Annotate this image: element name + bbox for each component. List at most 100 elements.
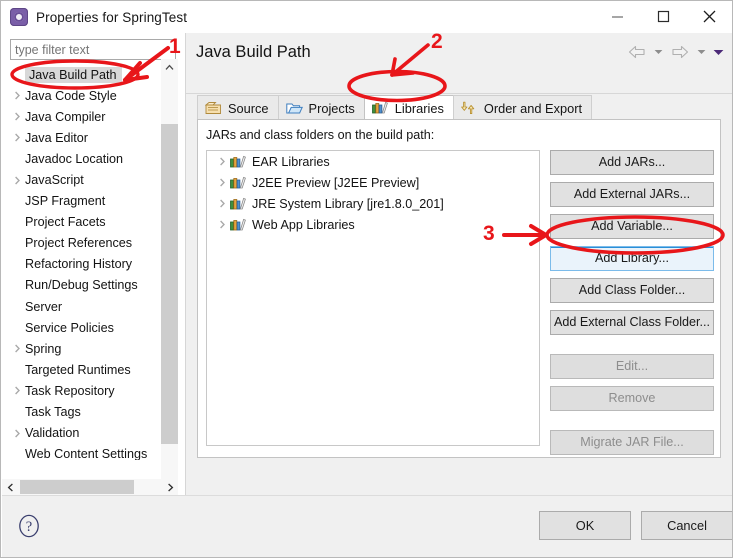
annotation-number-1: 1 bbox=[169, 35, 181, 58]
expand-chevron-right-icon[interactable] bbox=[10, 112, 25, 121]
library-list-item[interactable]: EAR Libraries bbox=[207, 151, 539, 172]
sidebar-item-label: Targeted Runtimes bbox=[25, 362, 131, 377]
expand-chevron-right-icon[interactable] bbox=[214, 197, 230, 211]
scroll-right-icon[interactable] bbox=[162, 479, 178, 495]
library-list-item-label: JRE System Library [jre1.8.0_201] bbox=[252, 196, 444, 211]
scrollbar-thumb-horizontal[interactable] bbox=[20, 480, 134, 494]
page-nav-bar bbox=[625, 41, 726, 63]
sidebar-item-java-compiler[interactable]: Java Compiler bbox=[8, 106, 173, 127]
expand-chevron-right-icon[interactable] bbox=[10, 133, 25, 142]
libraries-list[interactable]: EAR Libraries J2EE Preview [J2EE Preview]… bbox=[206, 150, 540, 446]
sidebar-item-label: Javadoc Location bbox=[25, 151, 124, 166]
expand-chevron-right-icon[interactable] bbox=[10, 386, 25, 395]
library-list-item[interactable]: J2EE Preview [J2EE Preview] bbox=[207, 172, 539, 193]
library-list-item-label: J2EE Preview [J2EE Preview] bbox=[252, 175, 420, 190]
forward-history-chevron-down-icon[interactable] bbox=[694, 41, 709, 63]
window-title: Properties for SpringTest bbox=[36, 9, 188, 25]
expand-chevron-right-icon[interactable] bbox=[214, 176, 230, 190]
sidebar-item-javascript[interactable]: JavaScript bbox=[8, 169, 173, 190]
sidebar-vertical-scrollbar[interactable] bbox=[161, 59, 178, 491]
sidebar-item-label: Service Policies bbox=[25, 320, 114, 335]
libraries-tab-panel: JARs and class folders on the build path… bbox=[197, 120, 721, 458]
sidebar-item-label: Refactoring History bbox=[25, 257, 133, 272]
sidebar-item-label: Task Tags bbox=[25, 405, 81, 420]
scroll-up-icon[interactable] bbox=[161, 59, 178, 76]
sidebar-item-spring[interactable]: Spring bbox=[8, 338, 173, 359]
sidebar-item-java-editor[interactable]: Java Editor bbox=[8, 127, 173, 148]
help-question-icon[interactable]: ? bbox=[16, 513, 42, 539]
library-actions-column: Add JARs... Add External JARs... Add Varia… bbox=[550, 150, 714, 462]
sidebar-item-project-references[interactable]: Project References bbox=[8, 233, 173, 254]
library-list-item[interactable]: JRE System Library [jre1.8.0_201] bbox=[207, 193, 539, 214]
library-list-item-label: Web App Libraries bbox=[252, 217, 355, 232]
projects-folder-icon bbox=[285, 101, 303, 116]
order-export-icon bbox=[461, 101, 478, 116]
filter-field-wrapper bbox=[10, 39, 176, 60]
sidebar-item-task-tags[interactable]: Task Tags bbox=[8, 402, 173, 423]
sidebar-item-project-facets[interactable]: Project Facets bbox=[8, 212, 173, 233]
ok-button[interactable]: OK bbox=[539, 511, 631, 540]
dialog-footer: ? OK Cancel bbox=[2, 495, 732, 557]
sidebar-item-label: Run/Debug Settings bbox=[25, 278, 138, 293]
tab-label: Libraries bbox=[394, 100, 444, 116]
expand-chevron-right-icon[interactable] bbox=[10, 429, 25, 438]
sidebar-item-validation[interactable]: Validation bbox=[8, 423, 173, 444]
add-class-folder-button[interactable]: Add Class Folder... bbox=[550, 278, 714, 303]
sidebar-item-java-build-path[interactable]: Java Build Path bbox=[8, 64, 173, 85]
sidebar-item-javadoc-location[interactable]: Javadoc Location bbox=[8, 148, 173, 169]
svg-text:?: ? bbox=[26, 519, 32, 535]
sidebar-item-label: JSP Fragment bbox=[25, 194, 106, 209]
maximize-button[interactable] bbox=[640, 1, 686, 32]
settings-tree[interactable]: Java Build Path Java Code Style Java Compi… bbox=[8, 64, 173, 460]
add-library-button[interactable]: Add Library... bbox=[550, 246, 714, 271]
scrollbar-thumb[interactable] bbox=[161, 124, 178, 444]
forward-arrow-icon[interactable] bbox=[668, 41, 692, 63]
properties-gear-icon bbox=[10, 8, 28, 26]
sidebar-item-jsp-fragment[interactable]: JSP Fragment bbox=[8, 191, 173, 212]
view-menu-triangle-icon[interactable] bbox=[711, 41, 726, 63]
sidebar-item-web-content-settings[interactable]: Web Content Settings bbox=[8, 444, 173, 460]
button-group-gap bbox=[550, 342, 714, 354]
expand-chevron-right-icon[interactable] bbox=[214, 218, 230, 232]
expand-chevron-right-icon[interactable] bbox=[10, 176, 25, 185]
tab-libraries[interactable]: Libraries bbox=[363, 95, 454, 120]
annotation-number-2: 2 bbox=[431, 30, 443, 53]
sidebar-item-service-policies[interactable]: Service Policies bbox=[8, 317, 173, 338]
expand-chevron-right-icon[interactable] bbox=[10, 344, 25, 353]
tab-projects[interactable]: Projects bbox=[277, 95, 365, 120]
page-title: Java Build Path bbox=[196, 43, 311, 61]
expand-chevron-right-icon[interactable] bbox=[214, 155, 230, 169]
minimize-button[interactable] bbox=[594, 1, 640, 32]
list-caption: JARs and class folders on the build path… bbox=[206, 128, 435, 142]
add-jars-button[interactable]: Add JARs... bbox=[550, 150, 714, 175]
sidebar-item-java-code-style[interactable]: Java Code Style bbox=[8, 85, 173, 106]
library-books-icon bbox=[230, 197, 247, 211]
sidebar-item-targeted-runtimes[interactable]: Targeted Runtimes bbox=[8, 359, 173, 380]
sidebar-item-task-repository[interactable]: Task Repository bbox=[8, 380, 173, 401]
libraries-books-icon bbox=[371, 101, 389, 116]
expand-chevron-right-icon[interactable] bbox=[10, 91, 25, 100]
add-external-jars-button[interactable]: Add External JARs... bbox=[550, 182, 714, 207]
close-button[interactable] bbox=[686, 1, 732, 32]
tab-label: Source bbox=[228, 100, 269, 116]
filter-input[interactable] bbox=[10, 39, 176, 60]
library-books-icon bbox=[230, 176, 247, 190]
tab-label: Projects bbox=[308, 100, 355, 116]
page-panel: Java Build Path Source Projects Librarie… bbox=[186, 33, 732, 525]
sidebar-item-server[interactable]: Server bbox=[8, 296, 173, 317]
sidebar-item-label: Server bbox=[25, 299, 63, 314]
sidebar-item-refactoring-history[interactable]: Refactoring History bbox=[8, 254, 173, 275]
library-books-icon bbox=[230, 218, 247, 232]
cancel-button[interactable]: Cancel bbox=[641, 511, 732, 540]
add-variable-button[interactable]: Add Variable... bbox=[550, 214, 714, 239]
tab-label: Order and Export bbox=[483, 100, 583, 116]
tab-order-and-export[interactable]: Order and Export bbox=[452, 95, 593, 120]
back-arrow-icon[interactable] bbox=[625, 41, 649, 63]
sidebar-horizontal-scrollbar[interactable] bbox=[2, 479, 178, 495]
sidebar-item-run-debug-settings[interactable]: Run/Debug Settings bbox=[8, 275, 173, 296]
tab-bar: Source Projects Libraries Order and Export bbox=[197, 95, 593, 120]
scroll-left-icon[interactable] bbox=[2, 479, 18, 495]
back-history-chevron-down-icon[interactable] bbox=[651, 41, 666, 63]
tab-source[interactable]: Source bbox=[197, 95, 279, 120]
add-external-class-folder-button[interactable]: Add External Class Folder... bbox=[550, 310, 714, 335]
